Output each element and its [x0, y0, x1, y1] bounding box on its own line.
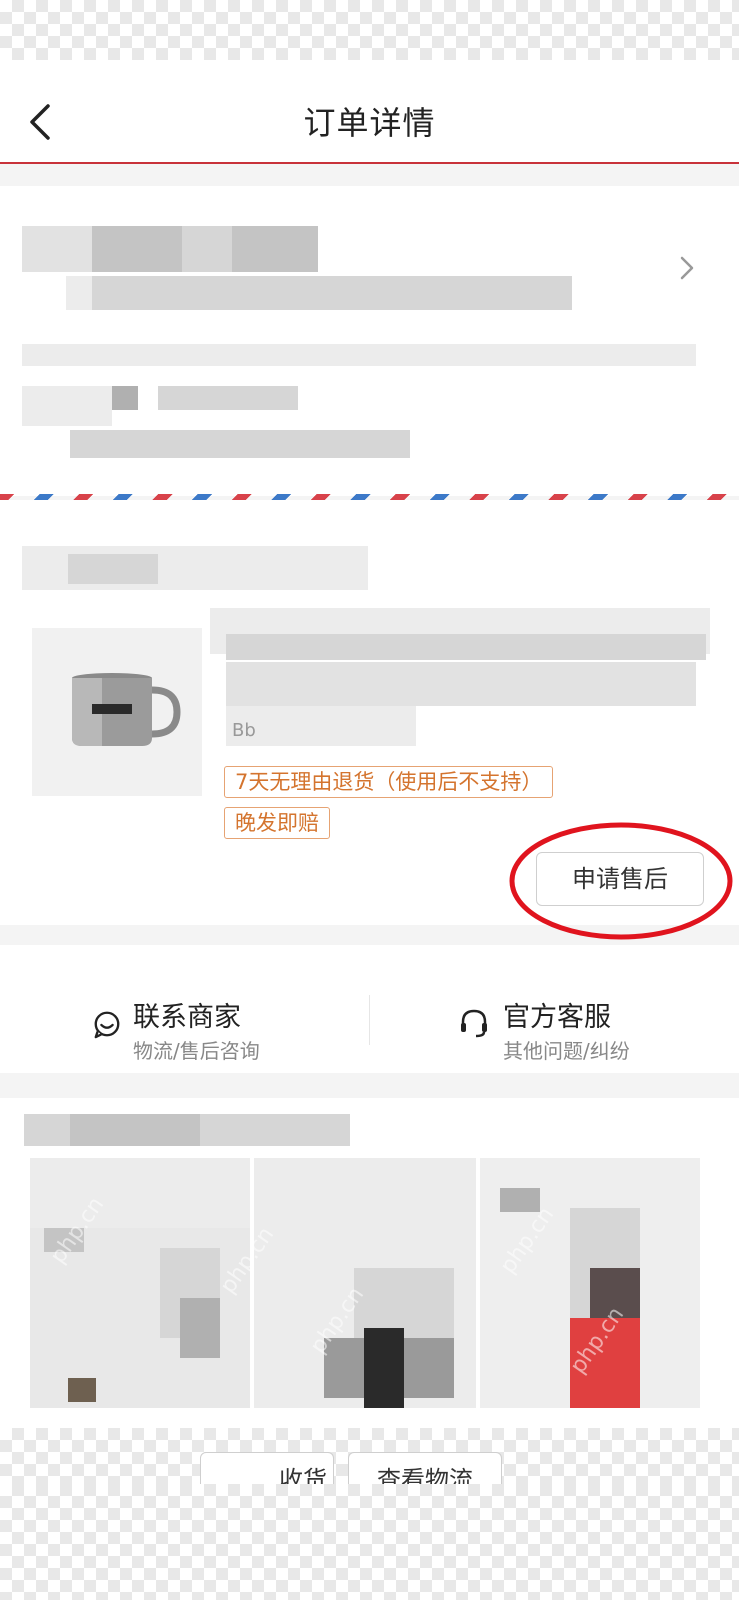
blurred-text — [182, 226, 232, 272]
contact-merchant-subtitle: 物流/售后咨询 — [133, 1039, 260, 1063]
blurred-title — [226, 662, 696, 706]
nav-header: 订单详情 — [0, 60, 739, 164]
chevron-right-icon[interactable] — [678, 254, 696, 282]
header-divider — [0, 162, 739, 164]
tag-late-compensation: 晚发即赔 — [224, 807, 330, 839]
product-card: Bb 7天无理由退货（使用后不支持） 晚发即赔 申请售后 — [0, 500, 739, 940]
blurred-heading — [70, 1114, 200, 1146]
blurred-text — [22, 386, 112, 426]
blurred-text — [92, 226, 182, 272]
chat-smile-icon[interactable] — [92, 1009, 122, 1039]
blurred-image — [254, 1158, 476, 1218]
blurred-title — [226, 634, 706, 660]
blurred-text — [22, 226, 92, 272]
address-card[interactable] — [0, 186, 739, 496]
recommendation-section: php.cn php.cn php.cn php.cn php.cn — [0, 1098, 739, 1428]
blurred-shop-name — [68, 554, 158, 584]
blurred-text — [232, 226, 318, 272]
product-image[interactable] — [32, 628, 202, 796]
tag-7day-return: 7天无理由退货（使用后不支持） — [224, 766, 554, 798]
blurred-image — [30, 1158, 250, 1228]
service-bar: 联系商家 物流/售后咨询 官方客服 其他问题/纠纷 — [0, 945, 739, 1073]
page-title: 订单详情 — [303, 104, 436, 142]
contact-merchant-title[interactable]: 联系商家 — [133, 995, 241, 1034]
product-spec-fragment: Bb — [232, 720, 256, 741]
blurred-image — [68, 1378, 96, 1402]
mug-image — [72, 673, 181, 746]
customer-service-subtitle: 其他问题/纠纷 — [503, 1039, 630, 1063]
blurred-text — [112, 386, 138, 410]
blurred-text — [92, 276, 572, 310]
blurred-image — [364, 1328, 404, 1408]
customer-service-title[interactable]: 官方客服 — [503, 995, 611, 1034]
headset-icon[interactable] — [458, 1007, 490, 1039]
blurred-text — [158, 386, 298, 410]
top-transparent-strip — [0, 0, 739, 60]
recommend-item[interactable] — [254, 1158, 476, 1408]
bottom-transparent-overlay — [0, 1484, 739, 1600]
blurred-divider — [22, 344, 696, 366]
annotation-circle — [509, 822, 733, 940]
blurred-text — [70, 430, 410, 458]
blurred-image — [180, 1298, 220, 1358]
service-divider — [369, 995, 370, 1045]
